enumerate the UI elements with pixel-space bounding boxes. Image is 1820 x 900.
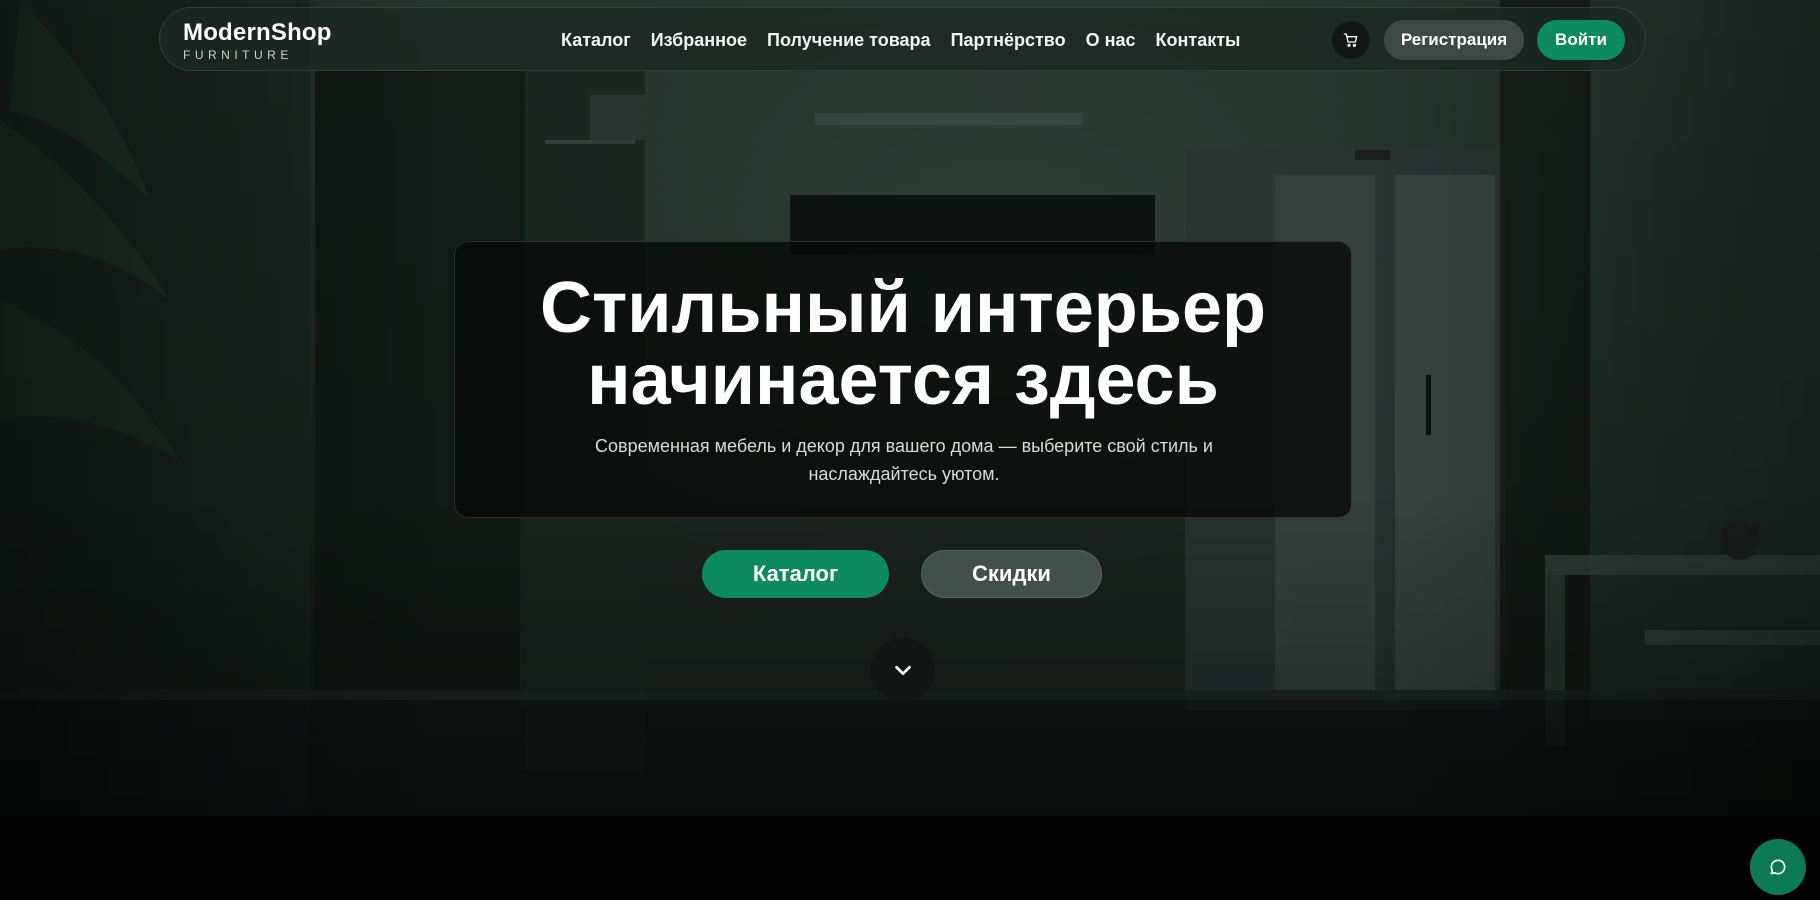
top-navbar: ModernShop FURNITURE Каталог Избранное П… [159,7,1646,71]
cart-icon [1343,33,1358,47]
menu-item-catalog[interactable]: Каталог [561,30,631,51]
chat-icon [1770,859,1786,875]
logo[interactable]: ModernShop FURNITURE [183,19,332,62]
page-footer-band [0,816,1820,900]
hero-title: Стильный интерьер начинается здесь [455,272,1351,416]
chat-button[interactable] [1750,839,1806,895]
logo-subtitle: FURNITURE [183,48,293,62]
hero-subtitle-line-1: Современная мебель и декор для вашего до… [595,436,1213,456]
hero-title-line-2: начинается здесь [587,340,1219,420]
menu-item-contacts[interactable]: Контакты [1156,30,1241,51]
hero-title-line-1: Стильный интерьер [539,268,1267,348]
logo-title: ModernShop [183,19,332,46]
menu-item-partnership[interactable]: Партнёрство [951,30,1066,51]
register-button[interactable]: Регистрация [1384,20,1524,60]
discounts-button[interactable]: Скидки [921,550,1102,598]
catalog-button[interactable]: Каталог [702,550,889,598]
chevron-down-icon [895,665,911,676]
hero-card: Стильный интерьер начинается здесь Совре… [454,241,1352,518]
scroll-down-button[interactable] [871,638,935,702]
cart-button[interactable] [1332,21,1370,59]
menu-item-about[interactable]: О нас [1086,30,1136,51]
menu-item-favorites[interactable]: Избранное [651,30,747,51]
login-button[interactable]: Войти [1537,20,1625,60]
menu-item-delivery[interactable]: Получение товара [767,30,931,51]
hero-subtitle: Современная мебель и декор для вашего до… [555,432,1253,488]
main-menu: Каталог Избранное Получение товара Партн… [561,8,1240,72]
hero-subtitle-line-2: наслаждайтесь уютом. [808,464,1000,484]
